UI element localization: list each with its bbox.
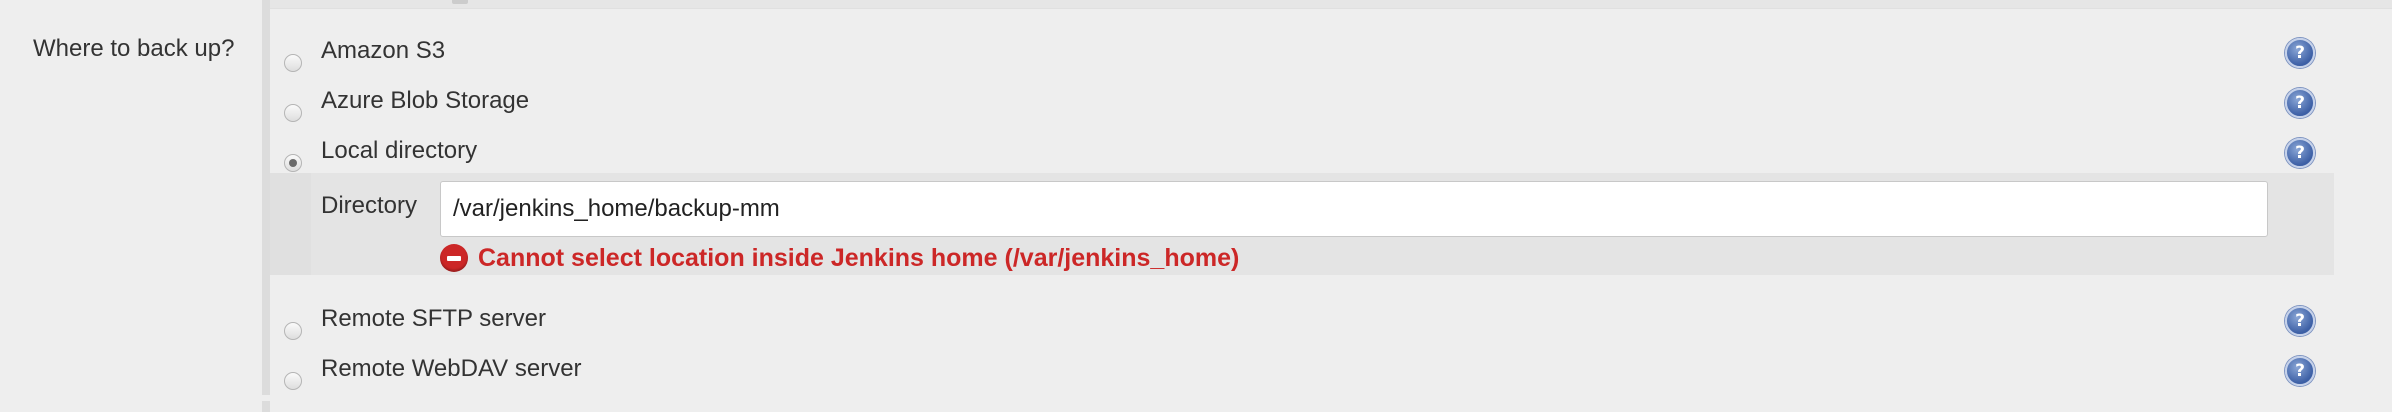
radio-amazon-s3[interactable] <box>284 54 302 72</box>
previous-section-edge <box>262 0 2392 9</box>
section-rail-break <box>262 395 270 401</box>
option-azure-blob-storage[interactable]: Azure Blob Storage ? <box>272 84 2352 134</box>
panel-notch <box>270 275 311 279</box>
local-directory-panel: Directory Cannot select location inside … <box>270 173 2334 279</box>
help-icon[interactable]: ? <box>2285 38 2315 68</box>
option-label[interactable]: Remote WebDAV server <box>321 354 582 384</box>
radio-remote-webdav-server[interactable] <box>284 372 302 390</box>
help-icon[interactable]: ? <box>2285 88 2315 118</box>
help-icon[interactable]: ? <box>2285 138 2315 168</box>
field-label: Where to back up? <box>33 35 235 62</box>
radio-local-directory[interactable] <box>284 154 302 172</box>
validation-error: Cannot select location inside Jenkins ho… <box>440 243 1239 273</box>
option-label[interactable]: Azure Blob Storage <box>321 86 529 116</box>
previous-section-handle <box>452 0 468 4</box>
option-label[interactable]: Amazon S3 <box>321 36 445 66</box>
panel-rail <box>270 173 311 275</box>
section-rail <box>262 0 270 412</box>
error-icon <box>440 244 468 272</box>
help-icon[interactable]: ? <box>2285 306 2315 336</box>
option-remote-webdav-server[interactable]: Remote WebDAV server ? <box>272 352 2352 402</box>
error-message: Cannot select location inside Jenkins ho… <box>478 243 1240 272</box>
directory-label: Directory <box>321 192 418 219</box>
option-label[interactable]: Remote SFTP server <box>321 304 546 334</box>
option-label[interactable]: Local directory <box>321 136 477 166</box>
option-remote-sftp-server[interactable]: Remote SFTP server ? <box>272 302 2352 352</box>
radio-remote-sftp-server[interactable] <box>284 322 302 340</box>
directory-input[interactable] <box>440 181 2268 237</box>
option-amazon-s3[interactable]: Amazon S3 ? <box>272 34 2352 84</box>
radio-azure-blob-storage[interactable] <box>284 104 302 122</box>
help-icon[interactable]: ? <box>2285 356 2315 386</box>
